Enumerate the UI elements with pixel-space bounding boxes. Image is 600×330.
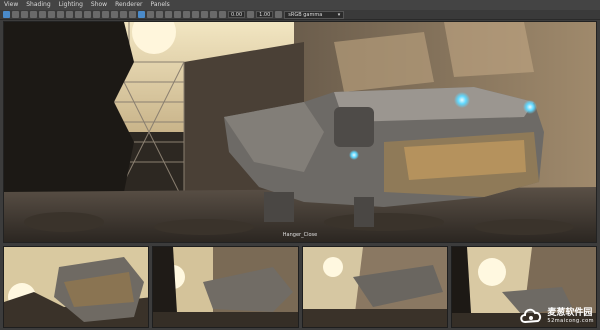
isolate-select-icon[interactable] [201,11,208,18]
smooth-shade-icon[interactable] [111,11,118,18]
chevron-down-icon: ▾ [337,11,341,18]
grid-icon[interactable] [39,11,46,18]
field-chart-icon[interactable] [75,11,82,18]
xray-joints-icon[interactable] [210,11,217,18]
shadows-icon[interactable] [156,11,163,18]
thumbnail-strip [3,246,597,328]
color-space-select[interactable]: sRGB gamma ▾ [284,10,345,19]
camera-attributes-icon[interactable] [12,11,19,18]
thumbnail-1[interactable] [3,246,150,328]
select-camera-icon[interactable] [3,11,10,18]
gate-mask-icon[interactable] [66,11,73,18]
menu-shading[interactable]: Shading [22,0,54,10]
textured-icon[interactable] [138,11,145,18]
xray-icon[interactable] [129,11,136,18]
color-space-value: sRGB gamma [288,11,323,18]
watermark-url: 52maicong.com [547,318,594,324]
render-scene [4,22,596,242]
menu-view[interactable]: View [0,0,22,10]
camera-name-label: Hanger_Close [282,232,318,238]
menu-lighting[interactable]: Lighting [55,0,87,10]
safe-action-icon[interactable] [84,11,91,18]
film-gate-icon[interactable] [48,11,55,18]
resolution-gate-icon[interactable] [57,11,64,18]
menu-renderer[interactable]: Renderer [111,0,146,10]
motion-blur-icon[interactable] [174,11,181,18]
exposure-field[interactable]: 0.00 [228,11,246,18]
watermark-logo-icon [520,308,542,324]
exposure-icon[interactable] [219,11,226,18]
safe-title-icon[interactable] [93,11,100,18]
ambient-occlusion-icon[interactable] [165,11,172,18]
anti-aliasing-icon[interactable] [183,11,190,18]
thumbnail-3[interactable] [301,246,448,328]
bookmark-icon[interactable] [21,11,28,18]
watermark: 麦葱软件园 52maicong.com [519,306,594,326]
viewport-toolbar: 0.00 1.00 sRGB gamma ▾ [0,10,600,20]
menu-panels[interactable]: Panels [146,0,173,10]
depth-of-field-icon[interactable] [192,11,199,18]
menu-show[interactable]: Show [87,0,111,10]
image-plane-icon[interactable] [30,11,37,18]
thumbnail-2[interactable] [152,246,299,328]
main-viewport[interactable] [3,21,597,243]
gamma-icon[interactable] [247,11,255,18]
wireframe-on-shaded-icon[interactable] [120,11,127,18]
wireframe-icon[interactable] [102,11,109,18]
watermark-name: 麦葱软件园 [547,308,593,318]
gamma-field[interactable]: 1.00 [256,11,274,18]
use-all-lights-icon[interactable] [147,11,154,18]
menu-bar: View Shading Lighting Show Renderer Pane… [0,0,600,10]
color-management-icon[interactable] [275,11,283,18]
